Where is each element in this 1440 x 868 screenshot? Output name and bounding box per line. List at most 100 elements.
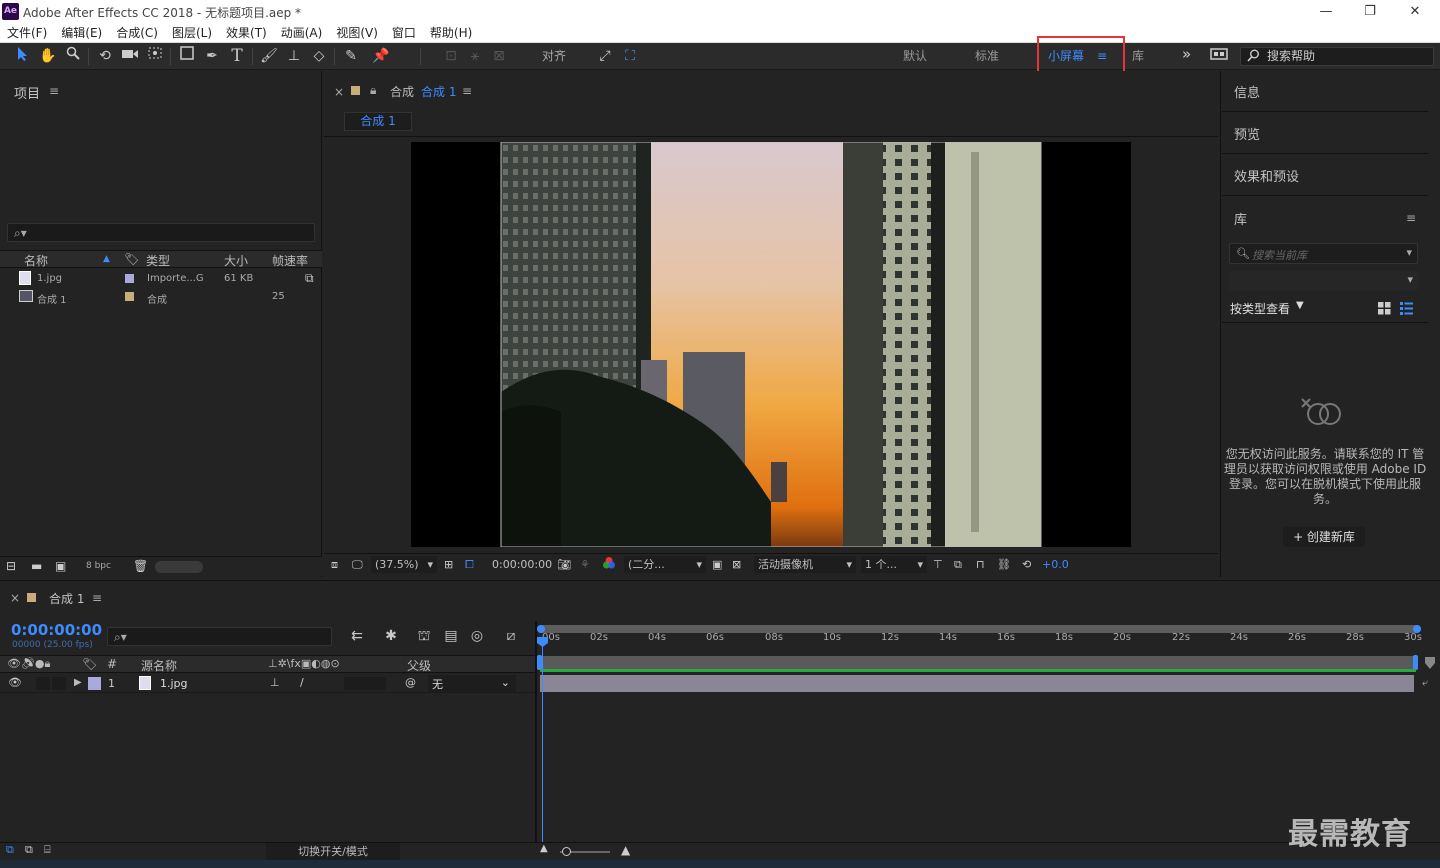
frame-blending-icon[interactable]: ▤: [440, 626, 462, 646]
timeline-current-time[interactable]: 0:00:00:00: [11, 621, 102, 639]
timeline-icon[interactable]: ⊓: [976, 556, 985, 573]
hand-tool-icon[interactable]: ✋: [37, 46, 59, 66]
composition-mini-flowchart-icon[interactable]: ⇇: [346, 626, 368, 646]
minimize-button[interactable]: —: [1316, 2, 1336, 22]
layer-switch-slots[interactable]: [344, 677, 386, 690]
menu-composition[interactable]: 合成(C): [109, 24, 165, 42]
delete-icon[interactable]: 🗑: [133, 559, 148, 573]
shy-layers-icon[interactable]: ⛫: [413, 626, 435, 646]
resolution-dropdown[interactable]: (二分... ▾: [624, 556, 706, 573]
clone-stamp-tool-icon[interactable]: ⊥: [283, 46, 305, 66]
fit-icon[interactable]: ⊞: [444, 556, 453, 573]
workspace-standard[interactable]: 标准: [975, 47, 999, 65]
shy-switch-icon[interactable]: ⊥: [270, 676, 280, 689]
new-composition-icon[interactable]: ▣: [55, 559, 66, 573]
parent-dropdown[interactable]: 无 ⌄: [428, 675, 516, 692]
bpc-toggle[interactable]: 8 bpc: [86, 561, 111, 571]
toggle-mask-icon[interactable]: ▣: [712, 556, 722, 573]
motion-blur-icon[interactable]: ◎: [466, 626, 488, 646]
timeline-zoom-handle[interactable]: [562, 847, 571, 856]
grid-view-icon[interactable]: [1378, 302, 1391, 318]
audio-toggle[interactable]: [36, 677, 50, 690]
display-icon[interactable]: 🖵: [352, 556, 363, 573]
column-size[interactable]: 大小: [224, 252, 248, 269]
timeline-tab-title[interactable]: 合成 1: [49, 590, 84, 607]
info-panel-tab[interactable]: 信息: [1222, 71, 1428, 112]
close-comp-tab-icon[interactable]: ×: [334, 85, 344, 99]
layer-label-swatch[interactable]: [88, 677, 101, 690]
stretch-toggle-icon[interactable]: ⌸: [44, 843, 51, 857]
zoom-tool-icon[interactable]: [62, 46, 84, 66]
reset-exposure-icon[interactable]: ⟲: [1022, 556, 1031, 573]
project-menu-icon[interactable]: ≡: [49, 84, 59, 98]
puppet-pin-tool-icon[interactable]: 📌: [370, 46, 392, 66]
menu-edit[interactable]: 编辑(E): [54, 24, 109, 42]
pan-behind-tool-icon[interactable]: [144, 46, 166, 66]
library-menu-icon[interactable]: ≡: [1406, 211, 1416, 225]
brush-tool-icon[interactable]: 🖌: [258, 46, 280, 66]
touch-bar-icon[interactable]: [1208, 46, 1230, 66]
always-preview-icon[interactable]: ⧈: [331, 556, 338, 573]
snap-target-icon[interactable]: ⛶: [619, 46, 641, 66]
create-library-button[interactable]: + 创建新库: [1283, 527, 1365, 547]
source-name-column[interactable]: 源名称: [141, 657, 177, 674]
timeline-search-input[interactable]: [107, 627, 332, 646]
rotate-tool-icon[interactable]: ⟲: [94, 46, 116, 66]
menu-view[interactable]: 视图(V): [329, 24, 385, 42]
zoom-dropdown[interactable]: (37.5%) ▾: [371, 556, 437, 573]
quality-switch-icon[interactable]: /: [300, 676, 304, 689]
pen-tool-icon[interactable]: ✒: [201, 46, 223, 66]
close-timeline-tab-icon[interactable]: ×: [10, 591, 20, 605]
modes-toggle-icon[interactable]: ⧉: [25, 843, 33, 857]
roto-brush-tool-icon[interactable]: ✎: [340, 46, 362, 66]
region-of-interest-icon[interactable]: ⧠: [465, 556, 474, 573]
rectangle-tool-icon[interactable]: [176, 46, 198, 66]
comp-viewer-tab[interactable]: 合成 1: [344, 112, 412, 131]
label-color-swatch[interactable]: [125, 292, 134, 301]
current-time-display[interactable]: 0:00:00:00: [492, 556, 552, 573]
menu-animation[interactable]: 动画(A): [274, 24, 330, 42]
pick-whip-icon[interactable]: @: [405, 676, 416, 689]
draft-3d-icon[interactable]: ✱: [380, 626, 402, 646]
work-area-end-handle[interactable]: [1413, 655, 1418, 670]
lock-toggle[interactable]: [52, 677, 66, 690]
flowchart-view-icon[interactable]: ⛓: [997, 556, 1011, 573]
work-area-bar[interactable]: [540, 656, 1416, 669]
thumbnail-slider[interactable]: [155, 561, 203, 573]
workspace-default[interactable]: 默认: [903, 47, 927, 65]
label-color-swatch[interactable]: [125, 274, 134, 283]
label-column-icon[interactable]: 🏷: [82, 657, 97, 671]
layer-duration-bar[interactable]: [540, 675, 1414, 692]
search-help-input[interactable]: 搜索帮助: [1240, 47, 1434, 66]
show-snapshot-icon[interactable]: ⚘: [580, 556, 590, 573]
library-search-input[interactable]: 🔍︎ 搜索当前库 ▾: [1229, 243, 1418, 264]
timeline-menu-icon[interactable]: ≡: [92, 591, 102, 605]
camera-tool-icon[interactable]: [119, 46, 141, 66]
view-axis-icon[interactable]: ⊠: [488, 46, 510, 66]
selection-tool-icon[interactable]: [12, 46, 34, 66]
project-search-input[interactable]: [7, 223, 315, 242]
exposure-value[interactable]: +0.0: [1042, 556, 1069, 573]
views-dropdown[interactable]: 1 个... ▾: [861, 556, 927, 573]
zoom-in-icon[interactable]: ▲: [621, 843, 630, 857]
library-select-dropdown[interactable]: ▾: [1229, 271, 1418, 290]
effects-presets-panel-tab[interactable]: 效果和预设: [1222, 155, 1428, 196]
column-fps[interactable]: 帧速率: [272, 252, 308, 269]
composition-viewer[interactable]: [411, 142, 1131, 547]
list-view-icon[interactable]: [1400, 302, 1413, 318]
camera-dropdown[interactable]: 活动摄像机 ▾: [754, 556, 856, 573]
project-item-row[interactable]: 1.jpg Importe...G 61 KB ⧉: [0, 270, 322, 288]
toggle-switches-modes-button[interactable]: 切换开关/模式: [266, 843, 400, 860]
menu-file[interactable]: 文件(F): [0, 24, 54, 42]
eraser-tool-icon[interactable]: ◇: [308, 46, 330, 66]
layer-row[interactable]: 👁︎ ▶ 1 1.jpg ⊥ / @ 无 ⌄: [0, 674, 537, 693]
comp-menu-icon[interactable]: ≡: [462, 84, 472, 98]
view-by-type-dropdown[interactable]: 按类型查看: [1230, 300, 1290, 317]
current-time-indicator[interactable]: [542, 638, 543, 842]
zoom-out-icon[interactable]: ▲: [540, 843, 548, 854]
menu-window[interactable]: 窗口: [385, 24, 423, 42]
layer-name[interactable]: 1.jpg: [160, 677, 188, 690]
lock-icon[interactable]: 🔒︎: [370, 83, 376, 98]
project-item-row[interactable]: 合成 1 合成 25: [0, 288, 322, 306]
snap-options-icon[interactable]: ⤢: [594, 46, 616, 66]
